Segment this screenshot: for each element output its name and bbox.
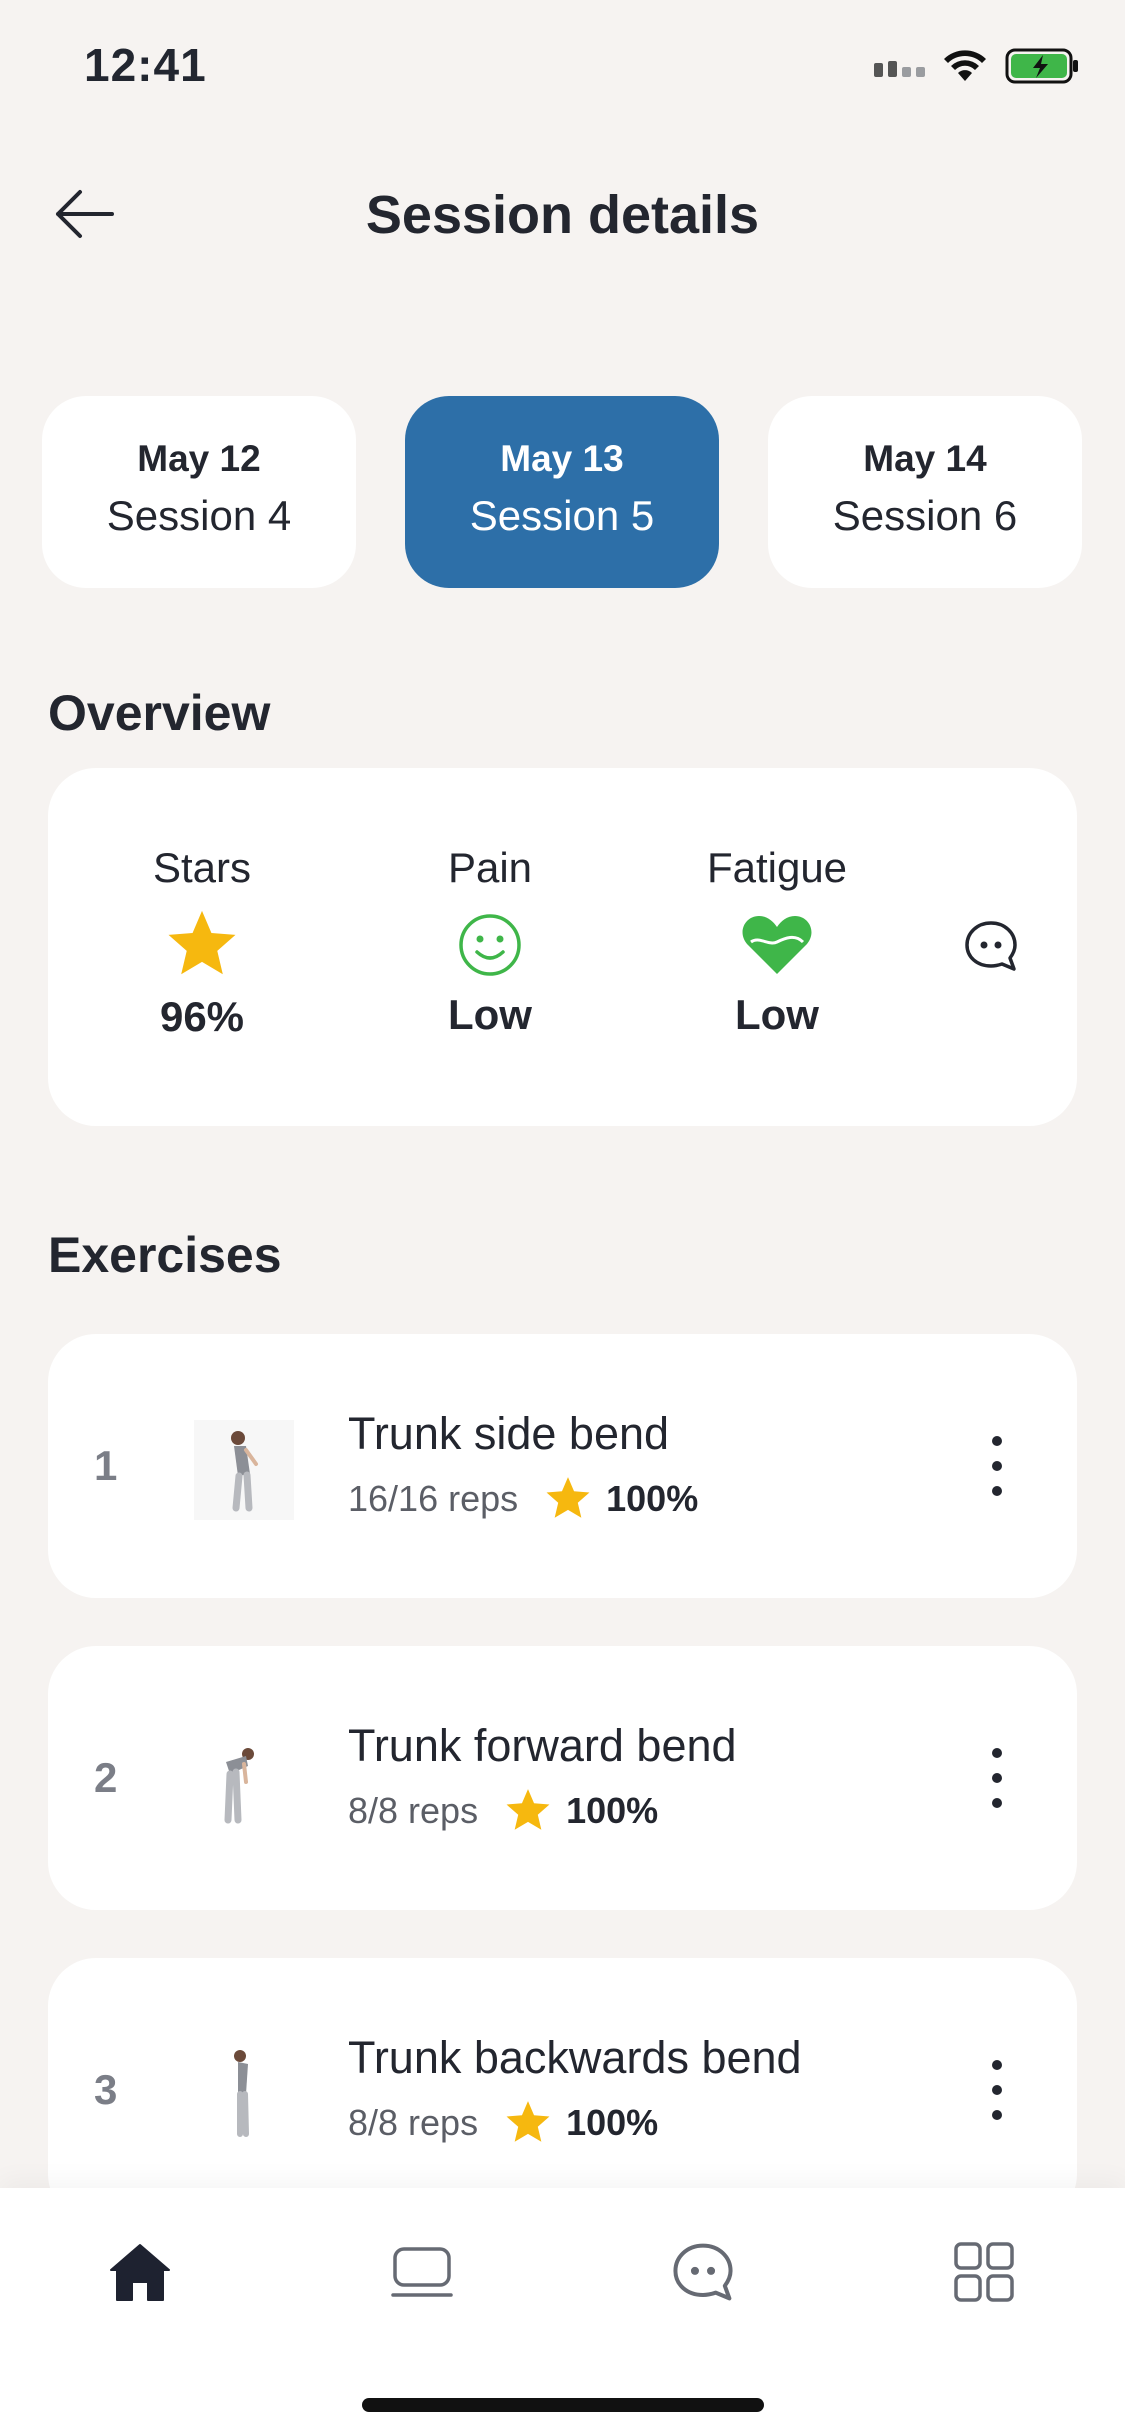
exercise-number: 1: [94, 1442, 118, 1489]
dot: [992, 2085, 1002, 2095]
exercise-reps: 8/8 reps: [348, 1790, 479, 1831]
star-icon: [546, 1477, 590, 1518]
star-icon: [168, 910, 236, 975]
exercise-thumbnail: [194, 1420, 294, 1520]
fatigue-label: Fatigue: [706, 844, 848, 891]
smiley-icon: [459, 914, 521, 976]
chat-icon: [673, 2243, 733, 2301]
stars-label: Stars: [152, 844, 252, 891]
grid-icon: [954, 2242, 1014, 2302]
session-name: Session 6: [832, 492, 1018, 539]
chat-icon[interactable]: [964, 920, 1018, 972]
laptop-icon: [391, 2247, 453, 2297]
page-title: Session details: [365, 185, 760, 245]
exercise-meta: 8/8 reps 100%: [348, 1786, 658, 1836]
exercise-meta: 16/16 reps 100%: [348, 1474, 698, 1524]
exercise-number: 3: [94, 2066, 118, 2113]
home-icon: [110, 2244, 170, 2301]
fatigue-stat: Fatigue Low: [667, 844, 887, 1039]
session-tab-4[interactable]: May 12 Session 4: [42, 396, 356, 588]
dot: [992, 1461, 1002, 1471]
exercise-card[interactable]: 3 Trunk backwards bend 8/8 reps 100%: [48, 1958, 1077, 2222]
status-time: 12:41: [84, 39, 207, 91]
exercise-thumbnail: [234, 2050, 249, 2137]
dot: [992, 1773, 1002, 1783]
dot: [992, 2060, 1002, 2070]
nav-messages[interactable]: [663, 2232, 743, 2312]
exercise-card[interactable]: 1 Trunk side bend 16/16 reps 100%: [48, 1334, 1077, 1598]
nav-home[interactable]: [100, 2232, 180, 2312]
exercise-reps: 16/16 reps: [348, 1478, 519, 1519]
stars-value: 96%: [159, 993, 245, 1040]
pain-value: Low: [448, 991, 532, 1038]
exercise-title: Trunk forward bend: [348, 1720, 737, 1771]
battery-icon: [1005, 48, 1078, 84]
exercise-meta: 8/8 reps 100%: [348, 2098, 658, 2148]
dot: [992, 2110, 1002, 2120]
overview-heading: Overview: [48, 685, 271, 741]
exercise-title: Trunk backwards bend: [348, 2032, 802, 2083]
session-tab-5[interactable]: May 13 Session 5: [405, 396, 719, 588]
dot: [992, 1798, 1002, 1808]
exercise-score: 100%: [566, 1790, 659, 1831]
stars-stat: Stars 96%: [92, 844, 312, 1041]
fatigue-value: Low: [735, 991, 819, 1038]
session-tab-6[interactable]: May 14 Session 6: [768, 396, 1082, 588]
more-options-button[interactable]: [987, 1436, 1007, 1496]
dot: [992, 1486, 1002, 1496]
home-indicator[interactable]: [362, 2398, 764, 2412]
star-icon: [506, 1789, 550, 1830]
signal-icon: [874, 55, 925, 77]
exercise-number: 2: [94, 1754, 118, 1801]
exercise-title: Trunk side bend: [348, 1408, 670, 1459]
exercise-card[interactable]: 2 Trunk forward bend 8/8 reps 100%: [48, 1646, 1077, 1910]
pain-stat: Pain Low: [380, 844, 600, 1039]
more-options-button[interactable]: [987, 2060, 1007, 2120]
session-name: Session 5: [469, 492, 655, 539]
session-date: May 14: [863, 438, 987, 479]
status-icons: [874, 48, 1081, 84]
exercise-score: 100%: [606, 1478, 699, 1519]
wifi-icon: [944, 50, 986, 81]
dot: [992, 1436, 1002, 1446]
overview-card: Stars 96% Pain Low Fatigue Low: [48, 768, 1077, 1126]
status-bar: 12:41: [0, 0, 1125, 140]
exercise-reps: 8/8 reps: [348, 2102, 479, 2143]
exercises-heading: Exercises: [48, 1227, 282, 1283]
pain-label: Pain: [447, 844, 533, 891]
nav-more[interactable]: [944, 2232, 1024, 2312]
star-icon: [506, 2101, 550, 2142]
more-options-button[interactable]: [987, 1748, 1007, 1808]
exercise-score: 100%: [566, 2102, 659, 2143]
heart-icon: [742, 916, 812, 974]
session-name: Session 4: [106, 492, 292, 539]
session-date: May 13: [500, 438, 624, 479]
session-date: May 12: [137, 438, 261, 479]
nav-sessions[interactable]: [382, 2232, 462, 2312]
exercise-thumbnail: [224, 1748, 254, 1824]
dot: [992, 1748, 1002, 1758]
